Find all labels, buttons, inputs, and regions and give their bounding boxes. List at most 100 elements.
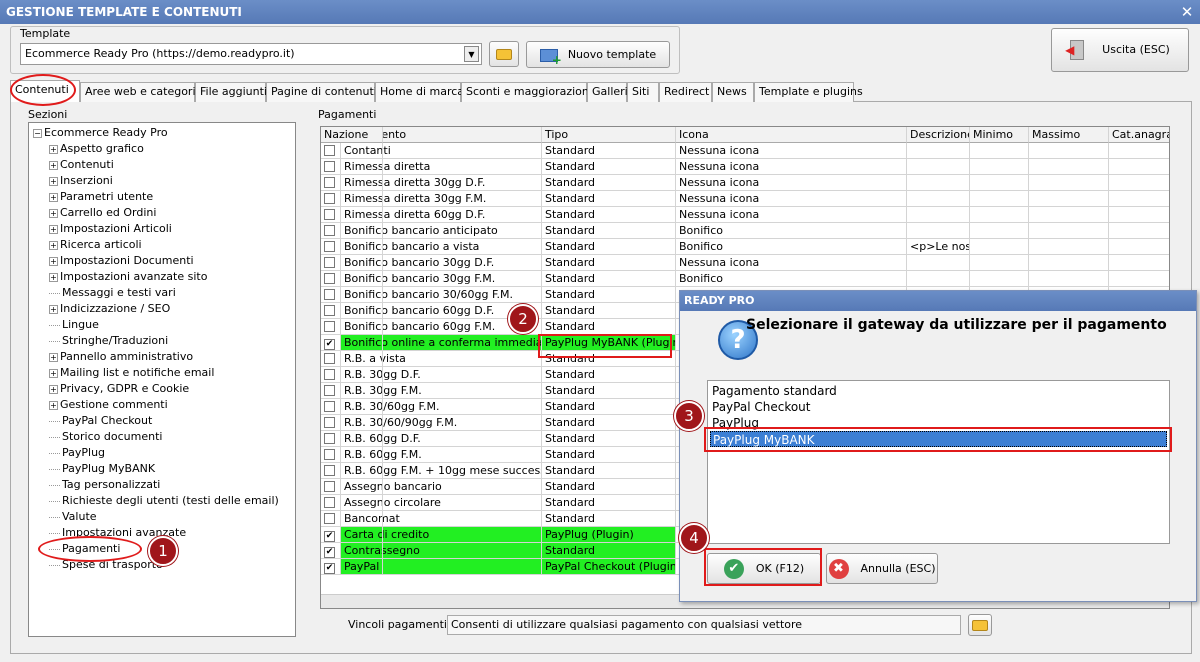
exit-door-icon: ◀ [1065, 40, 1085, 60]
tree-item-2[interactable]: + Contenuti [49, 157, 114, 173]
tree-item-11[interactable]: + Indicizzazione / SEO [49, 301, 170, 317]
tab-4[interactable]: Pagine di contenuti [266, 82, 377, 102]
table-cell [321, 559, 383, 575]
tree-item-13[interactable]: Stringhe/Traduzioni [49, 333, 168, 349]
tree-item-6[interactable]: + Impostazioni Articoli [49, 221, 172, 237]
table-row[interactable]: Contanti Standard Nessuna icona [321, 143, 1169, 159]
tree-item-1[interactable]: + Aspetto grafico [49, 141, 144, 157]
table-cell: Standard [542, 543, 676, 559]
table-row[interactable]: Bonifico bancario 30gg D.F. Standard Nessu… [321, 255, 1169, 271]
column-header[interactable]: Nazione [321, 127, 383, 143]
gateway-option[interactable]: PayPal Checkout [710, 399, 1167, 415]
table-cell [1109, 191, 1169, 207]
column-header[interactable]: Massimo [1029, 127, 1109, 143]
tree-item-23[interactable]: Richieste degli utenti (testi delle emai… [49, 493, 279, 509]
template-select[interactable]: Ecommerce Ready Pro (https://demo.readyp… [20, 43, 482, 65]
tree-item-label: Carrello ed Ordini [60, 206, 157, 219]
tree-item-24[interactable]: Valute [49, 509, 97, 525]
expand-icon[interactable]: + [49, 384, 58, 394]
table-cell: Nessuna icona [676, 143, 907, 159]
tree-item-21[interactable]: PayPlug MyBANK [49, 461, 155, 477]
expand-icon[interactable]: + [49, 400, 58, 410]
table-cell [321, 335, 383, 351]
table-cell: Bonifico [676, 223, 907, 239]
table-cell [907, 159, 970, 175]
expand-icon[interactable]: + [49, 304, 58, 314]
new-template-label: Nuovo template [567, 48, 657, 61]
tab-9[interactable]: Redirect [659, 82, 712, 102]
expand-icon[interactable]: + [49, 256, 58, 266]
tab-2[interactable]: Aree web e categorie [80, 82, 202, 102]
close-icon[interactable]: ✕ [1174, 1, 1200, 23]
tab-7[interactable]: Gallerie [587, 82, 635, 102]
tree-item-4[interactable]: + Parametri utente [49, 189, 153, 205]
tree-item-14[interactable]: + Pannello amministrativo [49, 349, 193, 365]
expand-icon[interactable]: + [49, 176, 58, 186]
expand-icon[interactable]: + [49, 272, 58, 282]
tab-5[interactable]: Home di marca [375, 82, 464, 102]
collapse-icon[interactable]: − [33, 128, 42, 138]
tree-item-8[interactable]: + Impostazioni Documenti [49, 253, 194, 269]
tab-11[interactable]: Template e plugins [754, 82, 863, 102]
table-cell: Standard [542, 223, 676, 239]
column-header[interactable]: Icona [676, 127, 907, 143]
tree-item-3[interactable]: + Inserzioni [49, 173, 113, 189]
dialog-message: Selezionare il gateway da utilizzare per… [746, 317, 1167, 333]
tree-root[interactable]: − Ecommerce Ready Pro [33, 125, 168, 141]
table-row[interactable]: Bonifico bancario anticipato Standard Boni… [321, 223, 1169, 239]
table-row[interactable]: Bonifico bancario 30gg F.M. Standard Bonif… [321, 271, 1169, 287]
tree-item-19[interactable]: Storico documenti [49, 429, 162, 445]
tree-item-label: PayPal Checkout [62, 414, 153, 427]
cancel-button[interactable]: ✖ Annulla (ESC) [826, 553, 938, 584]
gateway-option[interactable]: Pagamento standard [710, 383, 1167, 399]
table-cell [321, 271, 383, 287]
vincoli-field[interactable]: Consenti di utilizzare qualsiasi pagamen… [447, 615, 961, 635]
expand-icon[interactable]: + [49, 368, 58, 378]
tree-item-15[interactable]: + Mailing list e notifiche email [49, 365, 214, 381]
expand-icon[interactable]: + [49, 144, 58, 154]
column-header[interactable]: Cat.anagrafica [1109, 127, 1169, 143]
table-cell [970, 271, 1029, 287]
expand-icon[interactable]: + [49, 352, 58, 362]
new-template-button[interactable]: + Nuovo template [526, 41, 670, 68]
table-row[interactable]: Rimessa diretta Standard Nessuna icona [321, 159, 1169, 175]
tree-item-16[interactable]: + Privacy, GDPR e Cookie [49, 381, 189, 397]
tree-dots [49, 436, 60, 438]
expand-icon[interactable]: + [49, 208, 58, 218]
column-header[interactable]: Descrizione estesa [907, 127, 970, 143]
tree-item-7[interactable]: + Ricerca articoli [49, 237, 142, 253]
table-cell [970, 239, 1029, 255]
table-cell [321, 543, 383, 559]
table-row[interactable]: Rimessa diretta 30gg D.F. Standard Nessuna… [321, 175, 1169, 191]
tab-10[interactable]: News [712, 82, 754, 102]
tree-item-20[interactable]: PayPlug [49, 445, 105, 461]
table-row[interactable]: Rimessa diretta 30gg F.M. Standard Nessuna… [321, 191, 1169, 207]
tree-item-12[interactable]: Lingue [49, 317, 99, 333]
tree-item-9[interactable]: + Impostazioni avanzate sito [49, 269, 207, 285]
tab-6[interactable]: Sconti e maggiorazioni [461, 82, 592, 102]
annotation-type-box [538, 334, 672, 358]
table-cell: Bonifico [676, 271, 907, 287]
expand-icon[interactable]: + [49, 224, 58, 234]
tab-8[interactable]: Siti [627, 82, 659, 102]
expand-icon[interactable]: + [49, 192, 58, 202]
table-row[interactable]: Rimessa diretta 60gg D.F. Standard Nessuna… [321, 207, 1169, 223]
expand-icon[interactable]: + [49, 240, 58, 250]
gateway-list[interactable]: Pagamento standard PayPal Checkout PayPlug… [707, 380, 1170, 544]
tree-item-18[interactable]: PayPal Checkout [49, 413, 152, 429]
chevron-down-icon[interactable]: ▼ [464, 46, 479, 62]
tree-item-5[interactable]: + Carrello ed Ordini [49, 205, 156, 221]
column-header[interactable]: Tipo [542, 127, 676, 143]
exit-button[interactable]: ◀ Uscita (ESC) [1051, 28, 1189, 72]
tree-item-label: Indicizzazione / SEO [60, 302, 171, 315]
column-header[interactable]: Minimo [970, 127, 1029, 143]
tree-item-10[interactable]: Messaggi e testi vari [49, 285, 176, 301]
tab-3[interactable]: File aggiuntivi [195, 82, 277, 102]
table-row[interactable]: Bonifico bancario a vista Standard Bonific… [321, 239, 1169, 255]
open-folder-button[interactable] [489, 41, 519, 67]
table-cell: Standard [542, 511, 676, 527]
tree-item-22[interactable]: Tag personalizzati [49, 477, 160, 493]
tree-item-17[interactable]: + Gestione commenti [49, 397, 168, 413]
vincoli-folder-button[interactable] [968, 614, 992, 636]
expand-icon[interactable]: + [49, 160, 58, 170]
